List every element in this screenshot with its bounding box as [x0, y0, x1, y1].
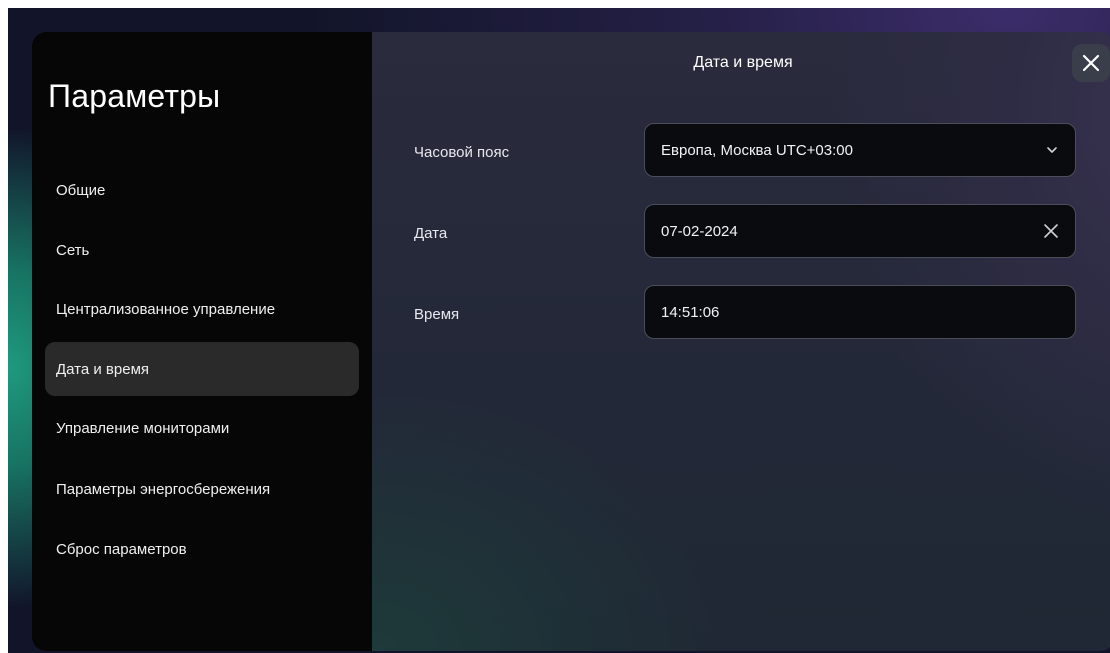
time-label: Время — [414, 306, 460, 323]
content-panel: Дата и время Часовой пояс Европа, Москва… — [372, 32, 1110, 651]
desktop-background: Параметры Общие Сеть Централизованное уп… — [8, 8, 1110, 653]
sidebar-item-monitor-management[interactable]: Управление мониторами — [45, 401, 359, 455]
settings-dialog: Параметры Общие Сеть Централизованное уп… — [32, 32, 1110, 651]
sidebar-title: Параметры — [48, 78, 221, 114]
chevron-down-icon — [1045, 143, 1059, 157]
date-label: Дата — [414, 225, 448, 242]
sidebar-item-general[interactable]: Общие — [45, 163, 359, 217]
timezone-value: Европа, Москва UTC+03:00 — [661, 141, 853, 159]
sidebar: Параметры Общие Сеть Централизованное уп… — [32, 32, 372, 651]
date-field[interactable]: 07-02-2024 — [644, 204, 1076, 258]
sidebar-item-label: Сеть — [56, 241, 90, 259]
clear-icon[interactable] — [1043, 223, 1059, 239]
timezone-label: Часовой пояс — [414, 144, 510, 161]
sidebar-item-power-saving[interactable]: Параметры энергосбережения — [45, 462, 359, 516]
sidebar-item-label: Сброс параметров — [56, 540, 187, 558]
date-value: 07-02-2024 — [661, 222, 738, 240]
sidebar-item-label: Общие — [56, 181, 106, 199]
sidebar-item-date-time[interactable]: Дата и время — [45, 342, 359, 396]
sidebar-item-label: Централизованное управление — [56, 300, 276, 318]
sidebar-item-central-management[interactable]: Централизованное управление — [45, 282, 359, 336]
close-button[interactable] — [1072, 44, 1110, 82]
time-field[interactable]: 14:51:06 — [644, 285, 1076, 339]
sidebar-item-network[interactable]: Сеть — [45, 223, 359, 277]
sidebar-item-label: Дата и время — [56, 360, 150, 378]
timezone-select[interactable]: Европа, Москва UTC+03:00 — [644, 123, 1076, 177]
page-title: Дата и время — [693, 54, 793, 71]
time-value: 14:51:06 — [661, 303, 720, 321]
sidebar-item-reset[interactable]: Сброс параметров — [45, 522, 359, 576]
sidebar-item-label: Параметры энергосбережения — [56, 480, 271, 498]
sidebar-item-label: Управление мониторами — [56, 419, 230, 437]
close-icon — [1082, 54, 1100, 72]
